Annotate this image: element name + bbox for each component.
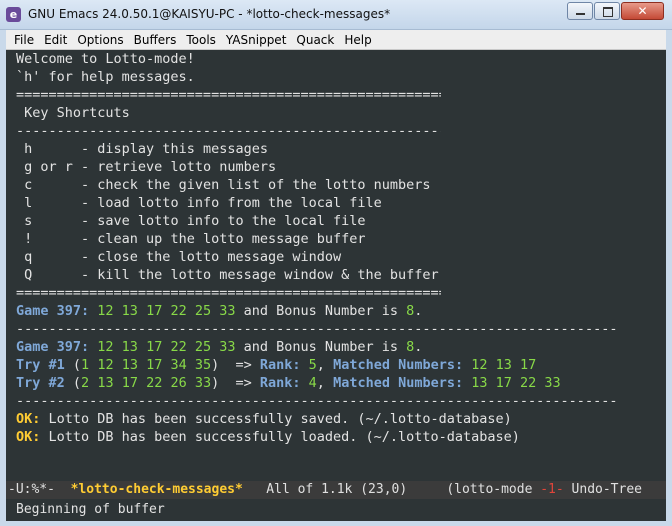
- separator-single: ----------------------------------------…: [16, 123, 441, 139]
- shortcut-key: q: [16, 249, 73, 265]
- shortcut-desc: - load lotto info from the local file: [72, 195, 382, 211]
- echo-area[interactable]: Beginning of buffer: [6, 499, 666, 521]
- title-bar: e GNU Emacs 24.0.50.1@KAISYU-PC - *lotto…: [0, 0, 672, 30]
- window-title: GNU Emacs 24.0.50.1@KAISYU-PC - *lotto-c…: [28, 7, 391, 21]
- menu-file[interactable]: File: [9, 30, 39, 50]
- ok-tag: OK:: [16, 411, 41, 427]
- shortcut-key: !: [16, 231, 73, 247]
- shortcut-row: l - load lotto info from the local file: [16, 194, 666, 212]
- menu-edit[interactable]: Edit: [39, 30, 72, 50]
- bonus-text: and Bonus Number is: [235, 339, 407, 355]
- menu-options[interactable]: Options: [72, 30, 128, 50]
- ok-tag: OK:: [16, 429, 41, 445]
- shortcut-key: Q: [16, 267, 73, 283]
- shortcut-key: g or r: [16, 159, 73, 175]
- bonus-text: and Bonus Number is: [235, 303, 407, 319]
- buffer-state: -U:%*-: [8, 482, 71, 497]
- shortcut-desc: - kill the lotto message window & the bu…: [72, 267, 439, 283]
- game-result-line: Game 397: 12 13 17 22 25 33 and Bonus Nu…: [16, 302, 666, 320]
- comma: ,: [316, 357, 334, 373]
- shortcut-desc: - retrieve lotto numbers: [72, 159, 277, 175]
- rank-label: Rank:: [259, 357, 301, 373]
- separator-double: ========================================…: [16, 87, 441, 103]
- paren: (: [64, 357, 82, 373]
- game-numbers: 12 13 17 22 25 33: [97, 339, 236, 355]
- menu-help[interactable]: Help: [339, 30, 376, 50]
- mode-line[interactable]: -U:%*- *lotto-check-messages* All of 1.1…: [6, 481, 666, 499]
- menu-tools[interactable]: Tools: [181, 30, 221, 50]
- message-text: Lotto DB has been successfully saved. (~…: [40, 411, 512, 427]
- minimize-button[interactable]: [567, 2, 593, 20]
- separator-double: ========================================…: [16, 285, 441, 301]
- arrow: ) =>: [211, 357, 260, 373]
- close-button[interactable]: ✕: [621, 2, 664, 20]
- menu-yasnippet[interactable]: YASnippet: [221, 30, 292, 50]
- rank-value: 5: [300, 357, 317, 373]
- period: .: [414, 339, 423, 355]
- paren: (: [64, 375, 82, 391]
- status-message: OK: Lotto DB has been successfully loade…: [16, 428, 666, 446]
- try-index: 1: [81, 357, 90, 373]
- shortcut-desc: - save lotto info to the local file: [72, 213, 366, 229]
- shortcut-key: l: [16, 195, 73, 211]
- shortcut-row: s - save lotto info to the local file: [16, 212, 666, 230]
- shortcut-row: q - close the lotto message window: [16, 248, 666, 266]
- shortcut-row: c - check the given list of the lotto nu…: [16, 176, 666, 194]
- comma: ,: [316, 375, 334, 391]
- menu-quack[interactable]: Quack: [291, 30, 339, 50]
- try-label: Try #1: [16, 357, 65, 373]
- matched-numbers: 12 13 17: [463, 357, 537, 373]
- shortcut-key: c: [16, 177, 73, 193]
- shortcut-row: h - display this messages: [16, 140, 666, 158]
- game-numbers: 12 13 17 22 25 33: [97, 303, 236, 319]
- shortcut-desc: - close the lotto message window: [72, 249, 342, 265]
- buffer-name[interactable]: *lotto-check-messages*: [71, 482, 243, 497]
- status-message: OK: Lotto DB has been successfully saved…: [16, 410, 666, 428]
- try-numbers: 12 13 17 34 35: [89, 357, 212, 373]
- game-result-line: Game 397: 12 13 17 22 25 33 and Bonus Nu…: [16, 338, 666, 356]
- shortcut-desc: - clean up the lotto message buffer: [72, 231, 366, 247]
- matched-label: Matched Numbers:: [333, 375, 464, 391]
- emacs-icon: e: [6, 7, 21, 22]
- arrow: ) =>: [211, 375, 260, 391]
- shortcut-desc: - check the given list of the lotto numb…: [72, 177, 431, 193]
- maximize-icon: [603, 7, 613, 17]
- message-text: Lotto DB has been successfully loaded. (…: [40, 429, 520, 445]
- mode-flag: -1-: [540, 482, 564, 497]
- shortcut-key: h: [16, 141, 73, 157]
- try-index: 2: [81, 375, 90, 391]
- minor-modes[interactable]: Undo-Tree: [564, 482, 642, 497]
- window-controls: ✕: [566, 2, 664, 20]
- shortcut-row: g or r - retrieve lotto numbers: [16, 158, 666, 176]
- try-line: Try #1 (1 12 13 17 34 35) => Rank: 5, Ma…: [16, 356, 666, 374]
- game-label: Game 397:: [16, 339, 90, 355]
- rank-value: 4: [300, 375, 317, 391]
- try-line: Try #2 (2 13 17 22 26 33) => Rank: 4, Ma…: [16, 374, 666, 392]
- maximize-button[interactable]: [594, 2, 620, 20]
- matched-numbers: 13 17 22 33: [463, 375, 561, 391]
- buffer-text-area[interactable]: Welcome to Lotto-mode! `h' for help mess…: [6, 50, 666, 481]
- help-hint-line: `h' for help messages.: [16, 69, 195, 85]
- period: .: [414, 303, 423, 319]
- major-mode[interactable]: (lotto-mode: [446, 482, 540, 497]
- separator-single: ----------------------------------------…: [16, 393, 616, 409]
- shortcut-key: s: [16, 213, 73, 229]
- game-label: Game 397:: [16, 303, 90, 319]
- rank-label: Rank:: [259, 375, 301, 391]
- menu-buffers[interactable]: Buffers: [129, 30, 182, 50]
- shortcut-row: ! - clean up the lotto message buffer: [16, 230, 666, 248]
- try-numbers: 13 17 22 26 33: [89, 375, 212, 391]
- welcome-line: Welcome to Lotto-mode!: [16, 51, 195, 67]
- separator-single: ----------------------------------------…: [16, 321, 616, 337]
- shortcut-desc: - display this messages: [72, 141, 268, 157]
- buffer-position: All of 1.1k (23,0): [242, 482, 447, 497]
- shortcut-row: Q - kill the lotto message window & the …: [16, 266, 666, 284]
- menu-bar: File Edit Options Buffers Tools YASnippe…: [6, 30, 666, 50]
- shortcuts-title: Key Shortcuts: [16, 105, 130, 121]
- matched-label: Matched Numbers:: [333, 357, 464, 373]
- minimize-icon: [576, 13, 585, 15]
- try-label: Try #2: [16, 375, 65, 391]
